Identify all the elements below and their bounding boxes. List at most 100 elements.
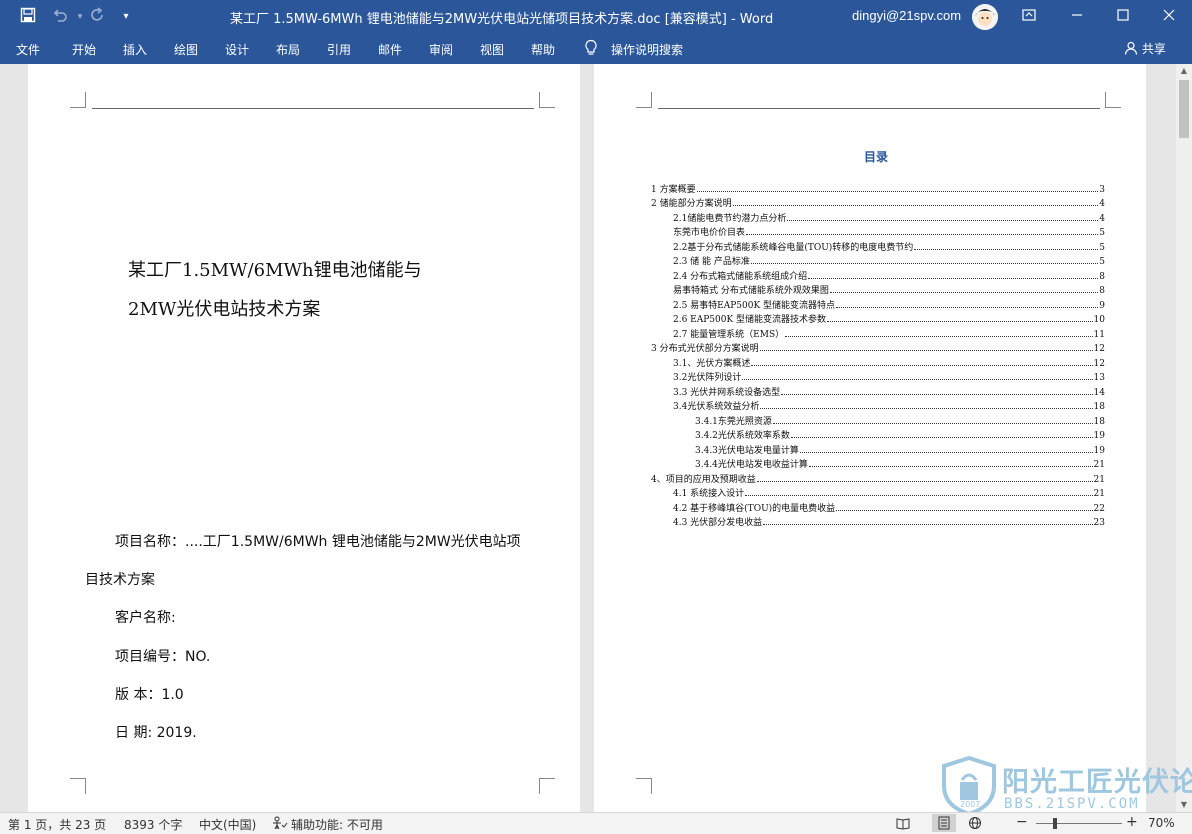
- toc-entry[interactable]: 4.3 光伏部分发电收益 23: [651, 514, 1105, 528]
- toc-entry[interactable]: 2.6 EAP500K 型储能变流器技术参数 10: [651, 311, 1105, 325]
- toc-entry[interactable]: 3.4光伏系统效益分析 18: [651, 398, 1105, 412]
- tab-help[interactable]: 帮助: [531, 41, 555, 58]
- toc-entry-title: 2.4 分布式箱式储能系统组成介绍: [673, 268, 808, 282]
- toc-entry-title: 3 分布式光伏部分方案说明: [651, 341, 759, 354]
- toc-entry[interactable]: 2.3 储 能 产品标准 5: [651, 253, 1105, 267]
- toc-entry-page: 21: [1093, 460, 1105, 470]
- status-bar: 第 1 页，共 23 页 8393 个字 中文(中国) 辅助功能: 不可用 − …: [0, 812, 1192, 834]
- toc-entry[interactable]: 3 分布式光伏部分方案说明 12: [651, 340, 1105, 354]
- header-line: [658, 108, 1100, 109]
- user-account[interactable]: dingyi@21spv.com: [852, 8, 961, 23]
- scroll-thumb[interactable]: [1179, 80, 1189, 138]
- toc-entry-title: 3.4.3光伏电站发电量计算: [695, 442, 799, 456]
- toc-entry-page: 14: [1093, 387, 1105, 398]
- crop-mark: [70, 778, 86, 794]
- minimize-button[interactable]: [1054, 0, 1100, 34]
- close-button[interactable]: [1146, 0, 1192, 34]
- toc-leader-dots: [772, 422, 1093, 424]
- toc-entry[interactable]: 4、项目的应用及预期收益 21: [651, 470, 1105, 485]
- watermark-title: 阳光工匠光伏论坛: [1002, 767, 1192, 798]
- window-title: 某工厂 1.5MW-6MWh 锂电池储能与2MW光伏电站光储项目技术方案.doc…: [230, 12, 774, 27]
- crop-mark: [539, 92, 555, 108]
- toc-entry[interactable]: 2.5 易事特EAP500K 型储能变流器特点 9: [651, 296, 1105, 311]
- undo-icon[interactable]: [50, 7, 70, 27]
- tab-insert[interactable]: 插入: [123, 41, 147, 58]
- tab-file[interactable]: 文件: [16, 41, 40, 58]
- toc-entry[interactable]: 2.2基于分布式储能系统峰谷电量(TOU)转移的电度电费节约 5: [651, 238, 1105, 253]
- read-mode-icon[interactable]: [896, 816, 910, 833]
- toc-leader-dots: [790, 437, 1093, 438]
- redo-icon[interactable]: [88, 7, 108, 27]
- toc-entry[interactable]: 1 方案概要 3: [651, 180, 1105, 195]
- toc-entry[interactable]: 3.4.2光伏系统效率系数 19: [651, 427, 1105, 441]
- toc-entry[interactable]: 2.7 能量管理系统（EMS） 11: [651, 325, 1105, 340]
- scroll-up-icon[interactable]: ▲: [1176, 64, 1192, 78]
- tab-review[interactable]: 审阅: [429, 41, 453, 58]
- toc-entry[interactable]: 2.1储能电费节约潜力点分析 4: [651, 209, 1105, 224]
- print-layout-icon[interactable]: [932, 814, 956, 832]
- ribbon-display-options-icon[interactable]: [1006, 0, 1052, 34]
- person-icon: [1124, 41, 1138, 55]
- toc-entry[interactable]: 3.1、光伏方案概述 12: [651, 354, 1105, 369]
- watermark-url: BBS.21SPV.COM: [1004, 796, 1140, 812]
- toc-entry[interactable]: 4.1 系统接入设计 21: [651, 485, 1105, 499]
- toc-entry[interactable]: 3.2光伏阵列设计 13: [651, 369, 1105, 383]
- zoom-slider[interactable]: [1036, 823, 1122, 824]
- tab-layout[interactable]: 布局: [276, 41, 300, 58]
- share-button[interactable]: 共享: [1124, 40, 1166, 57]
- tab-draw[interactable]: 绘图: [174, 41, 198, 58]
- toc-entry[interactable]: 3.4.3光伏电站发电量计算 19: [651, 441, 1105, 456]
- zoom-slider-thumb[interactable]: [1053, 818, 1057, 829]
- tell-me-search[interactable]: 操作说明搜索: [611, 41, 683, 58]
- vertical-scrollbar[interactable]: ▲ ▼: [1176, 64, 1192, 812]
- word-count[interactable]: 8393 个字: [124, 816, 182, 833]
- undo-dropdown-icon[interactable]: ▾: [70, 7, 90, 27]
- toc-entry-title: 4.2 基于移峰填谷(TOU)的电量电费收益: [673, 500, 836, 514]
- toc-entry-title: 4.1 系统接入设计: [673, 486, 745, 499]
- lightbulb-icon[interactable]: [584, 39, 598, 59]
- toc-entry[interactable]: 3.4.1东莞光照资源 18: [651, 412, 1105, 427]
- customize-qat-icon[interactable]: ▾: [116, 7, 136, 27]
- toc-entry[interactable]: 4.2 基于移峰填谷(TOU)的电量电费收益 22: [651, 499, 1105, 514]
- document-area[interactable]: 某工厂1.5MW/6MWh锂电池储能与 2MW光伏电站技术方案 项目名称：...…: [0, 64, 1176, 812]
- save-icon[interactable]: [18, 7, 38, 27]
- toc-entry[interactable]: 3.3 光伏并网系统设备选型 14: [651, 383, 1105, 398]
- accessibility-status[interactable]: 辅助功能: 不可用: [291, 816, 383, 833]
- tab-view[interactable]: 视图: [480, 41, 504, 58]
- toc-entry[interactable]: 易事特箱式 分布式储能系统外观效果图 8: [651, 282, 1105, 296]
- version: 版 本：1.0: [115, 687, 184, 703]
- toc-entry-page: 18: [1093, 402, 1105, 412]
- toc-leader-dots: [696, 190, 1099, 192]
- header-line: [92, 108, 534, 109]
- toc-leader-dots: [785, 335, 1093, 337]
- maximize-button[interactable]: [1100, 0, 1146, 34]
- zoom-level[interactable]: 70%: [1148, 816, 1175, 830]
- toc-entry[interactable]: 2.4 分布式箱式储能系统组成介绍 8: [651, 267, 1105, 282]
- page-indicator[interactable]: 第 1 页，共 23 页: [8, 816, 106, 833]
- page-cover[interactable]: 某工厂1.5MW/6MWh锂电池储能与 2MW光伏电站技术方案 项目名称：...…: [28, 64, 580, 812]
- tab-home[interactable]: 开始: [72, 41, 96, 58]
- toc-leader-dots: [742, 379, 1093, 380]
- tab-references[interactable]: 引用: [327, 41, 351, 58]
- toc-entry-title: 1 方案概要: [651, 181, 696, 195]
- zoom-out-button[interactable]: −: [1016, 814, 1028, 830]
- toc-entry[interactable]: 3.4.4光伏电站发电收益计算 21: [651, 456, 1105, 470]
- toc-entry-title: 2.6 EAP500K 型储能变流器技术参数: [673, 312, 827, 325]
- toc-entry-title: 3.2光伏阵列设计: [673, 370, 742, 383]
- accessibility-icon[interactable]: [272, 816, 288, 833]
- toc-entry-page: 5: [1099, 228, 1105, 238]
- toc-entry[interactable]: 2 储能部分方案说明 4: [651, 195, 1105, 209]
- toc-entry-page: 12: [1093, 344, 1105, 354]
- web-layout-icon[interactable]: [968, 816, 982, 833]
- avatar[interactable]: [972, 4, 998, 30]
- tab-design[interactable]: 设计: [225, 41, 249, 58]
- language[interactable]: 中文(中国): [199, 816, 256, 833]
- watermark-year: 2007: [960, 800, 981, 809]
- tab-mailings[interactable]: 邮件: [378, 41, 402, 58]
- page-toc[interactable]: 目录 1 方案概要 3 2 储能部分方案说明 4 2.1储能电费节约潜力点分析 4 东莞市电…: [594, 64, 1146, 812]
- toc-entry-title: 4、项目的应用及预期收益: [651, 471, 756, 485]
- toc-entry[interactable]: 东莞市电价价目表 5: [651, 224, 1105, 238]
- toc-leader-dots: [808, 466, 1093, 467]
- toc-entry-page: 19: [1093, 445, 1105, 456]
- zoom-in-button[interactable]: +: [1126, 814, 1138, 830]
